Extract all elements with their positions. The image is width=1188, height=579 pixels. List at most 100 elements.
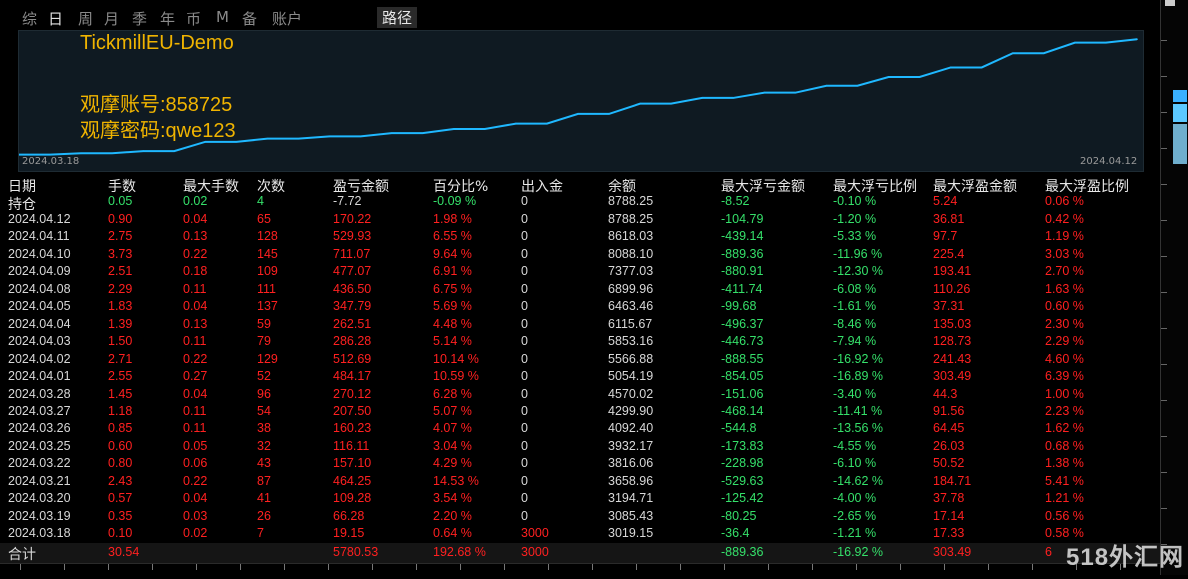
- cell-balance: 6899.96: [608, 281, 654, 296]
- cell-lots: 3.73: [108, 246, 133, 261]
- cell-percent: 9.64 %: [433, 246, 472, 261]
- cell-percent: 5.07 %: [433, 403, 472, 418]
- cell-max-float-loss-pct: -3.40 %: [833, 386, 877, 401]
- tab-month[interactable]: 月: [104, 8, 119, 29]
- table-row[interactable]: 2024.04.03 1.50 0.11 79 286.28 5.14 % 0 5853.16…: [0, 334, 1160, 352]
- right-price-scale[interactable]: [1160, 0, 1188, 575]
- tab-m[interactable]: M: [216, 8, 229, 26]
- table-row[interactable]: 2024.04.10 3.73 0.22 145 711.07 9.64 % 0 8088.1…: [0, 247, 1160, 265]
- header-pnl[interactable]: 盈亏金额: [333, 176, 389, 196]
- equity-point: [515, 122, 517, 125]
- cell-max-lots: 0.04: [183, 212, 208, 226]
- cell-count: 129: [257, 351, 278, 366]
- header-count[interactable]: 次数: [257, 176, 285, 196]
- cell-count: 137: [257, 299, 278, 314]
- cell-max-float-loss: -228.98: [721, 456, 764, 471]
- cell-balance: 8788.25: [608, 194, 654, 208]
- table-row[interactable]: 2024.04.04 1.39 0.13 59 262.51 4.48 % 0 6115.67…: [0, 317, 1160, 335]
- axis-tick: [240, 564, 241, 570]
- cell-count: 87: [257, 473, 271, 488]
- cell-date: 2024.03.27: [8, 403, 71, 418]
- cell-deposit: 0: [521, 421, 528, 436]
- tab-note[interactable]: 备: [242, 8, 257, 29]
- cell-max-float-loss: -544.8: [721, 421, 757, 436]
- cell-max-lots: 0.04: [183, 299, 208, 314]
- table-row[interactable]: 2024.03.18 0.10 0.02 7 19.15 0.64 % 3000 3019.1…: [0, 526, 1160, 544]
- scale-tick: [1161, 472, 1167, 473]
- cell-count: 54: [257, 403, 271, 418]
- equity-point: [452, 128, 455, 130]
- table-row[interactable]: 2024.03.21 2.43 0.22 87 464.25 14.53 % 0 3658.9…: [0, 474, 1160, 492]
- table-row[interactable]: 2024.04.01 2.55 0.27 52 484.17 10.59 % 0 5054.1…: [0, 369, 1160, 387]
- table-row[interactable]: 2024.04.11 2.75 0.13 128 529.93 6.55 % 0 8618.0…: [0, 229, 1160, 247]
- header-max-lots[interactable]: 最大手数: [183, 176, 239, 196]
- equity-point: [1136, 38, 1138, 41]
- tab-year[interactable]: 年: [160, 8, 175, 29]
- equity-point: [328, 135, 331, 138]
- axis-tick: [284, 564, 285, 570]
- header-deposit[interactable]: 出入金: [521, 176, 563, 196]
- cell-max-float-profit: 241.43: [933, 351, 972, 366]
- tab-week[interactable]: 周: [78, 8, 93, 29]
- header-lots[interactable]: 手数: [108, 176, 136, 196]
- cell-max-lots: 0.03: [183, 508, 208, 523]
- cell-deposit: 0: [521, 438, 528, 453]
- table-row[interactable]: 2024.03.25 0.60 0.05 32 116.11 3.04 % 0 3932.17…: [0, 439, 1160, 457]
- cell-max-float-profit-pct: 0.60 %: [1045, 299, 1084, 314]
- axis-tick: [504, 564, 505, 570]
- table-row[interactable]: 2024.03.19 0.35 0.03 26 66.28 2.20 % 0 3085.43 -…: [0, 509, 1160, 527]
- cell-max-float-profit: 193.41: [933, 264, 972, 279]
- tab-quarter[interactable]: 季: [132, 8, 147, 29]
- table-row[interactable]: 2024.04.05 1.83 0.04 137 347.79 5.69 % 0 6463.4…: [0, 299, 1160, 317]
- cell-balance: 5054.19: [608, 369, 654, 384]
- table-row[interactable]: 2024.04.09 2.51 0.18 109 477.07 6.91 % 0 7377.0…: [0, 264, 1160, 282]
- cell-date: 2024.04.09: [8, 264, 71, 279]
- tab-path[interactable]: 路径: [377, 7, 418, 28]
- header-date[interactable]: 日期: [8, 176, 36, 196]
- cell-date: 2024.03.28: [8, 386, 71, 401]
- cell-balance: 4299.90: [608, 403, 654, 418]
- cell-date: 2024.04.10: [8, 246, 71, 261]
- cell-max-float-profit-pct: 1.00 %: [1045, 386, 1084, 401]
- axis-tick: [900, 564, 901, 570]
- cell-percent: -0.09 %: [433, 194, 477, 208]
- cell-balance: 8088.10: [608, 246, 654, 261]
- table-row[interactable]: 2024.03.26 0.85 0.11 38 160.23 4.07 % 0 4092.40…: [0, 421, 1160, 439]
- cell-pnl: 477.07: [333, 264, 372, 279]
- header-balance[interactable]: 余额: [608, 176, 636, 196]
- table-row[interactable]: 2024.03.20 0.57 0.04 41 109.28 3.54 % 0 3194.71…: [0, 491, 1160, 509]
- cell-max-float-profit-pct: 6.39 %: [1045, 369, 1084, 384]
- cell-max-float-loss-pct: -4.00 %: [833, 491, 877, 506]
- axis-tick: [64, 564, 65, 570]
- scale-tick: [1161, 220, 1167, 221]
- cell-date: 持仓: [8, 196, 36, 212]
- cell-pnl: 207.50: [333, 403, 372, 418]
- cell-max-float-loss: -880.91: [721, 264, 764, 279]
- tab-overview[interactable]: 综: [22, 8, 37, 29]
- tab-currency[interactable]: 币: [186, 8, 201, 29]
- cell-deposit: 0: [521, 456, 528, 471]
- tab-day[interactable]: 日: [48, 8, 63, 29]
- holding-row[interactable]: 持仓 0.05 0.02 4 -7.72 -0.09 % 0 8788.25 -8.52 -0.1…: [0, 194, 1160, 212]
- cell-max-float-loss-pct: -12.30 %: [833, 264, 884, 279]
- table-row[interactable]: 2024.03.27 1.18 0.11 54 207.50 5.07 % 0 4299.90…: [0, 404, 1160, 422]
- cell-percent: 4.48 %: [433, 316, 472, 331]
- cell-max-float-profit: 17.33: [933, 526, 965, 541]
- table-row[interactable]: 2024.03.28 1.45 0.04 96 270.12 6.28 % 0 4570.02…: [0, 387, 1160, 405]
- header-max-float-loss[interactable]: 最大浮亏金额: [721, 176, 805, 196]
- cell-deposit: 3000: [521, 526, 549, 541]
- table-row[interactable]: 2024.04.12 0.90 0.04 65 170.22 1.98 % 0 8788.25…: [0, 212, 1160, 230]
- tab-account[interactable]: 账户: [272, 8, 302, 29]
- axis-tick: [196, 564, 197, 570]
- cell-max-lots: 0.13: [183, 229, 208, 244]
- table-row[interactable]: 2024.04.08 2.29 0.11 111 436.50 6.75 % 0 6899.9…: [0, 282, 1160, 300]
- header-max-float-loss-pct[interactable]: 最大浮亏比例: [833, 176, 917, 196]
- table-row[interactable]: 2024.03.22 0.80 0.06 43 157.10 4.29 % 0 3816.06…: [0, 456, 1160, 474]
- table-row[interactable]: 2024.04.02 2.71 0.22 129 512.69 10.14 % 0 5566.…: [0, 352, 1160, 370]
- equity-point: [266, 137, 269, 140]
- cell-max-lots: 0.22: [183, 246, 208, 261]
- cell-percent: 6.75 %: [433, 281, 472, 296]
- header-percent[interactable]: 百分比%: [433, 176, 488, 196]
- header-max-float-profit-pct[interactable]: 最大浮盈比例: [1045, 176, 1129, 196]
- header-max-float-profit[interactable]: 最大浮盈金额: [933, 176, 1017, 196]
